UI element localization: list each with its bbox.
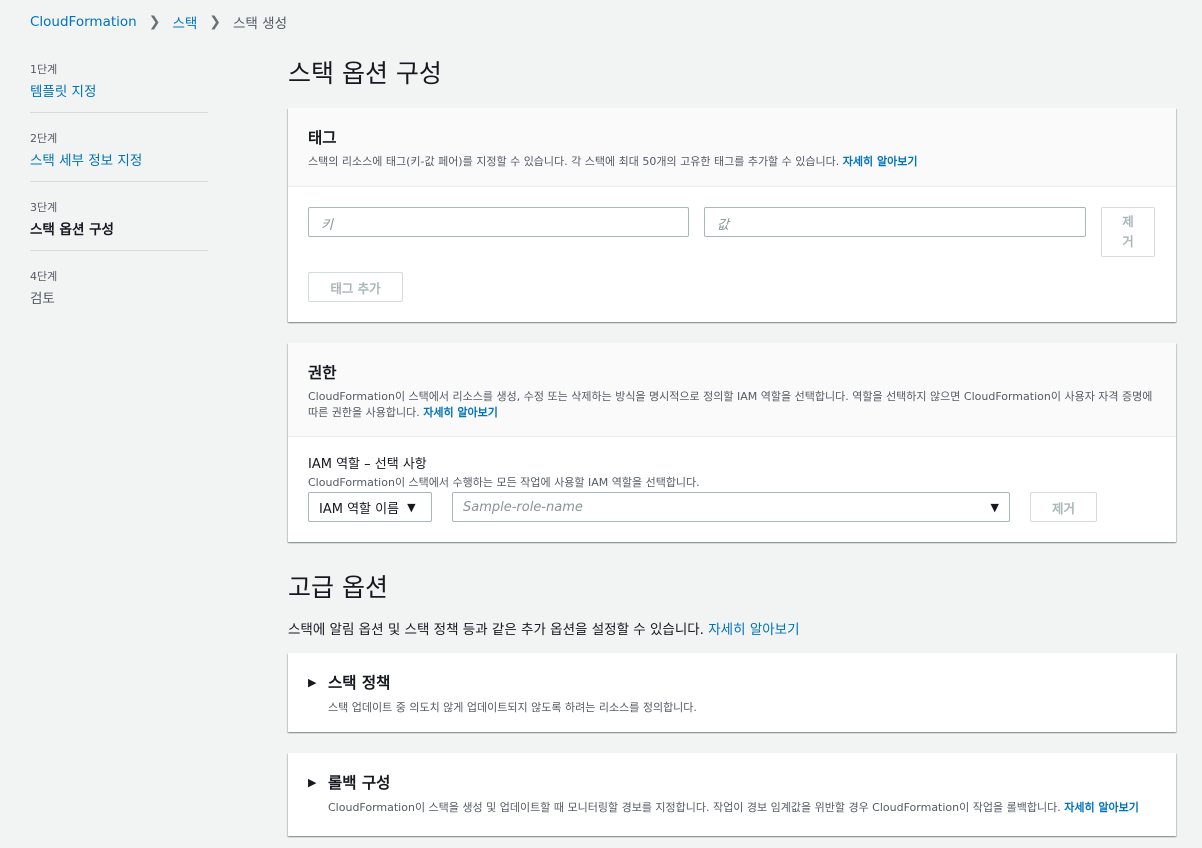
tags-description-text: 스택의 리소스에 태그(키-값 페어)를 지정할 수 있습니다. 각 스택에 최… <box>308 155 840 168</box>
rollback-config-description-text: CloudFormation이 스택을 생성 및 업데이트할 때 모니터링할 경… <box>328 801 1061 814</box>
tag-value-input[interactable]: 값 <box>704 207 1086 237</box>
advanced-options-description: 스택에 알림 옵션 및 스택 정책 등과 같은 추가 옵션을 설정할 수 있습니… <box>288 618 800 638</box>
iam-role-remove-button[interactable]: 제거 <box>1030 492 1097 522</box>
stack-policy-title: 스택 정책 <box>328 674 391 692</box>
iam-role-name-placeholder: Sample-role-name <box>463 499 583 515</box>
breadcrumb-stacks[interactable]: 스택 <box>172 12 197 32</box>
tags-description: 스택의 리소스에 태그(키-값 페어)를 지정할 수 있습니다. 각 스택에 최… <box>308 154 1156 170</box>
wizard-steps: 1단계 템플릿 지정 2단계 스택 세부 정보 지정 3단계 스택 옵션 구성 … <box>30 58 208 333</box>
rollback-learn-more-link[interactable]: 자세히 알아보기 <box>1064 801 1139 814</box>
wizard-step-1: 1단계 템플릿 지정 <box>30 58 208 113</box>
caret-right-icon: ▶ <box>308 775 317 789</box>
tags-title: 태그 <box>308 129 337 147</box>
rollback-config-title: 롤백 구성 <box>328 774 391 792</box>
step-number: 4단계 <box>30 270 58 283</box>
permissions-title: 권한 <box>308 364 337 382</box>
rollback-config-section[interactable]: ▶ 롤백 구성 CloudFormation이 스택을 생성 및 업데이트할 때… <box>288 753 1176 836</box>
caret-down-icon: ▼ <box>990 500 999 514</box>
iam-role-type-label: IAM 역할 이름 <box>319 501 400 517</box>
advanced-description-text: 스택에 알림 옵션 및 스택 정책 등과 같은 추가 옵션을 설정할 수 있습니… <box>288 622 704 638</box>
stack-policy-section[interactable]: ▶ 스택 정책 스택 업데이트 중 의도치 않게 업데이트되지 않도록 하려는 … <box>288 653 1176 732</box>
step-link-stack-details[interactable]: 스택 세부 정보 지정 <box>30 153 142 169</box>
permissions-panel: 권한 CloudFormation이 스택에서 리소스를 생성, 수정 또는 삭… <box>288 343 1176 542</box>
tags-panel-body: 키 값 제거 태그 추가 <box>288 187 1176 302</box>
iam-role-name-select[interactable]: Sample-role-name ▼ <box>452 492 1010 522</box>
permissions-learn-more-link[interactable]: 자세히 알아보기 <box>423 406 498 419</box>
tags-learn-more-link[interactable]: 자세히 알아보기 <box>843 155 918 168</box>
permissions-panel-body: IAM 역할 – 선택 사항 CloudFormation이 스택에서 수행하는… <box>288 437 1176 522</box>
breadcrumb-cloudformation[interactable]: CloudFormation <box>30 14 137 30</box>
page-title: 스택 옵션 구성 <box>288 59 442 88</box>
stack-policy-description: 스택 업데이트 중 의도치 않게 업데이트되지 않도록 하려는 리소스를 정의합… <box>328 701 697 714</box>
iam-role-description: CloudFormation이 스택에서 수행하는 모든 작업에 사용할 IAM… <box>308 476 700 489</box>
advanced-options-title: 고급 옵션 <box>288 573 388 602</box>
breadcrumb-current: 스택 생성 <box>233 16 287 32</box>
step-review: 검토 <box>30 291 55 307</box>
step-number: 2단계 <box>30 132 58 145</box>
wizard-step-3: 3단계 스택 옵션 구성 <box>30 196 208 251</box>
tags-panel-header: 태그 스택의 리소스에 태그(키-값 페어)를 지정할 수 있습니다. 각 스택… <box>288 108 1176 187</box>
step-link-template[interactable]: 템플릿 지정 <box>30 84 96 100</box>
advanced-learn-more-link[interactable]: 자세히 알아보기 <box>708 622 799 638</box>
iam-role-label: IAM 역할 – 선택 사항 <box>308 457 427 472</box>
tag-remove-button[interactable]: 제거 <box>1101 207 1155 257</box>
rollback-config-description: CloudFormation이 스택을 생성 및 업데이트할 때 모니터링할 경… <box>328 799 1156 815</box>
chevron-right-icon: ❯ <box>209 14 222 30</box>
rollback-config-toggle[interactable]: ▶ 롤백 구성 <box>308 771 1156 793</box>
add-tag-button[interactable]: 태그 추가 <box>308 272 403 302</box>
caret-right-icon: ▶ <box>308 675 317 689</box>
permissions-panel-header: 권한 CloudFormation이 스택에서 리소스를 생성, 수정 또는 삭… <box>288 343 1176 437</box>
stack-policy-toggle[interactable]: ▶ 스택 정책 <box>308 671 1156 693</box>
iam-role-type-select[interactable]: IAM 역할 이름 ▼ <box>308 492 432 522</box>
chevron-right-icon: ❯ <box>148 14 161 30</box>
wizard-step-2: 2단계 스택 세부 정보 지정 <box>30 127 208 182</box>
caret-down-icon: ▼ <box>407 500 416 514</box>
step-current-options: 스택 옵션 구성 <box>30 222 114 238</box>
step-number: 1단계 <box>30 63 58 76</box>
permissions-description: CloudFormation이 스택에서 리소스를 생성, 수정 또는 삭제하는… <box>308 389 1156 421</box>
tags-panel: 태그 스택의 리소스에 태그(키-값 페어)를 지정할 수 있습니다. 각 스택… <box>288 108 1176 322</box>
tag-key-input[interactable]: 키 <box>308 207 689 237</box>
wizard-step-4: 4단계 검토 <box>30 265 208 319</box>
breadcrumb: CloudFormation ❯ 스택 ❯ 스택 생성 <box>30 12 287 32</box>
step-number: 3단계 <box>30 201 58 214</box>
